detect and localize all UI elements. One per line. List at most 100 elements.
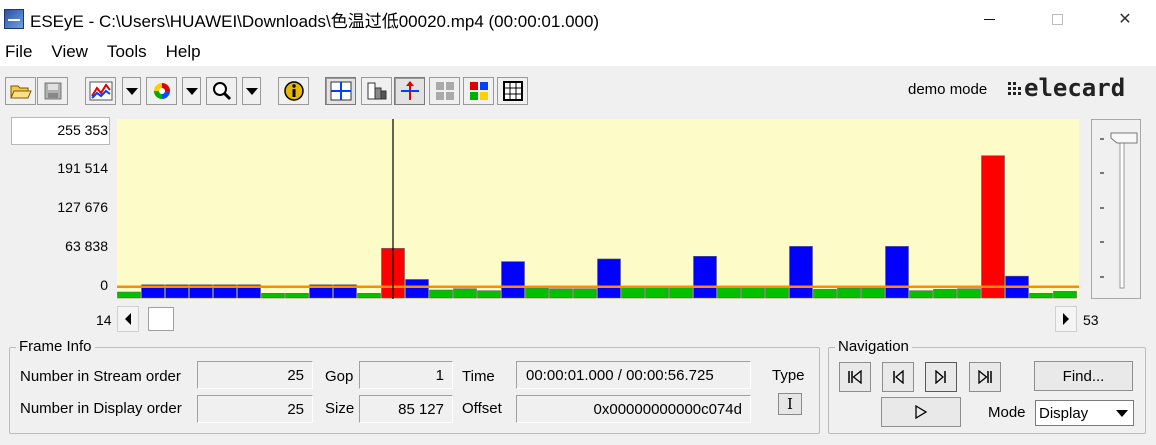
frame-bar-41-B[interactable] (765, 286, 789, 299)
frame-bar-42-P[interactable] (789, 246, 813, 299)
chevron-down-icon (125, 87, 138, 95)
tiles-icon (435, 82, 454, 100)
frame-size-chart[interactable] (117, 119, 1079, 299)
find-button[interactable]: Find... (1034, 361, 1133, 391)
frame-size-chart-svg[interactable] (117, 119, 1079, 299)
last-frame-button[interactable] (969, 362, 1001, 392)
color-tiles-button[interactable] (463, 77, 494, 105)
offset-field: 0x00000000000c074d (516, 395, 751, 423)
menu-help[interactable]: Help (161, 42, 210, 62)
tiles-button[interactable] (429, 77, 460, 105)
mode-select[interactable]: Display (1035, 400, 1134, 426)
maximize-icon (1051, 13, 1063, 25)
scroll-thumb[interactable] (148, 307, 174, 331)
frame-bar-49-B[interactable] (957, 288, 981, 299)
frame-range-end: 53 (1083, 312, 1099, 328)
crosshair-button[interactable] (394, 77, 425, 105)
scroll-right-button[interactable] (1055, 306, 1077, 332)
frame-bar-32-B[interactable] (549, 288, 573, 299)
grid-lines-icon (330, 81, 351, 101)
stream-order-field: 25 (197, 361, 313, 389)
play-button[interactable] (881, 397, 961, 427)
stream-order-label: Number in Stream order (20, 368, 181, 385)
minimize-button[interactable] (966, 0, 1012, 38)
play-icon (915, 405, 928, 419)
first-frame-button[interactable] (839, 362, 871, 392)
mode-select-value: Display (1039, 404, 1089, 422)
menu-file[interactable]: File (0, 42, 41, 62)
frame-bar-14-B[interactable] (117, 291, 141, 299)
frame-bar-31-B[interactable] (525, 287, 549, 299)
frame-bar-50-I[interactable] (981, 155, 1005, 299)
frame-bar-53-B[interactable] (1053, 291, 1077, 299)
toolbar: demo mode elecard (0, 66, 1156, 112)
frame-bar-28-B[interactable] (453, 288, 477, 299)
gop-field: 1 (359, 361, 453, 389)
display-order-field: 25 (197, 395, 313, 423)
color-tiles-icon (469, 82, 488, 100)
frame-bar-27-B[interactable] (429, 289, 453, 299)
zoom-dropdown[interactable] (242, 77, 261, 105)
frame-bar-36-B[interactable] (645, 287, 669, 299)
maximize-button[interactable] (1034, 0, 1080, 38)
demo-mode-label: demo mode (908, 81, 988, 98)
frame-bar-29-B[interactable] (477, 290, 501, 299)
offset-label: Offset (462, 400, 502, 417)
y-tick-label: 0 (100, 277, 108, 293)
elecard-logo: elecard (1008, 77, 1125, 99)
elecard-logo-text: elecard (1024, 77, 1125, 99)
close-icon: ✕ (1118, 11, 1132, 28)
gop-label: Gop (325, 368, 354, 385)
color-dropdown[interactable] (182, 77, 201, 105)
mode-label: Mode (988, 404, 1026, 421)
menu-tools[interactable]: Tools (102, 42, 156, 62)
close-button[interactable]: ✕ (1102, 0, 1148, 38)
scale-slider[interactable] (1092, 120, 1142, 300)
frame-scrollbar[interactable] (117, 306, 1078, 332)
graph-type-dropdown[interactable] (122, 77, 141, 105)
frame-bar-48-B[interactable] (933, 289, 957, 299)
frame-bar-30-P[interactable] (501, 261, 525, 299)
frame-bar-37-B[interactable] (669, 287, 693, 299)
display-order-label: Number in Display order (20, 400, 182, 417)
frame-bar-33-B[interactable] (573, 288, 597, 299)
frame-bar-52-B[interactable] (1029, 293, 1053, 299)
title-bar: ESEyE - C:\Users\HUAWEI\Downloads\色温过低00… (0, 0, 1156, 38)
mode-dropdown-button[interactable] (1111, 401, 1133, 425)
frame-bar-38-P[interactable] (693, 256, 717, 299)
window-title: ESEyE - C:\Users\HUAWEI\Downloads\色温过低00… (30, 11, 600, 31)
y-tick-label: 63 838 (65, 238, 108, 254)
table-button[interactable] (497, 77, 528, 105)
bars-button[interactable] (361, 77, 392, 105)
frame-bar-40-B[interactable] (741, 286, 765, 299)
grid-lines-button[interactable] (325, 77, 356, 105)
graph-icon (89, 81, 112, 101)
previous-frame-icon (893, 370, 904, 384)
frame-bar-24-B[interactable] (357, 293, 381, 299)
frame-bar-34-P[interactable] (597, 258, 621, 299)
frame-bar-43-B[interactable] (813, 289, 837, 299)
zoom-button[interactable] (206, 77, 237, 105)
graph-type-button[interactable] (85, 77, 116, 105)
frame-bar-21-B[interactable] (285, 293, 309, 299)
frame-bar-46-P[interactable] (885, 246, 909, 299)
frame-bar-26-P[interactable] (405, 279, 429, 299)
frame-range-start: 14 (96, 312, 112, 328)
frame-bar-44-B[interactable] (837, 287, 861, 299)
menu-view[interactable]: View (46, 42, 97, 62)
scroll-left-button[interactable] (117, 306, 139, 332)
frame-bar-20-B[interactable] (261, 293, 285, 299)
arrow-right-icon (1063, 313, 1069, 325)
frame-bar-47-B[interactable] (909, 290, 933, 299)
table-icon (502, 81, 523, 101)
open-button[interactable] (5, 77, 36, 105)
save-button[interactable] (37, 77, 68, 105)
previous-frame-button[interactable] (882, 362, 914, 392)
color-button[interactable] (146, 77, 177, 105)
eseye-window: ESEyE - C:\Users\HUAWEI\Downloads\色温过低00… (0, 0, 1156, 445)
next-frame-button[interactable] (925, 362, 957, 392)
y-tick-label: 255 353 (57, 122, 108, 138)
frame-bar-45-B[interactable] (861, 287, 885, 299)
info-button[interactable] (278, 77, 309, 105)
arrow-left-icon (125, 313, 131, 325)
